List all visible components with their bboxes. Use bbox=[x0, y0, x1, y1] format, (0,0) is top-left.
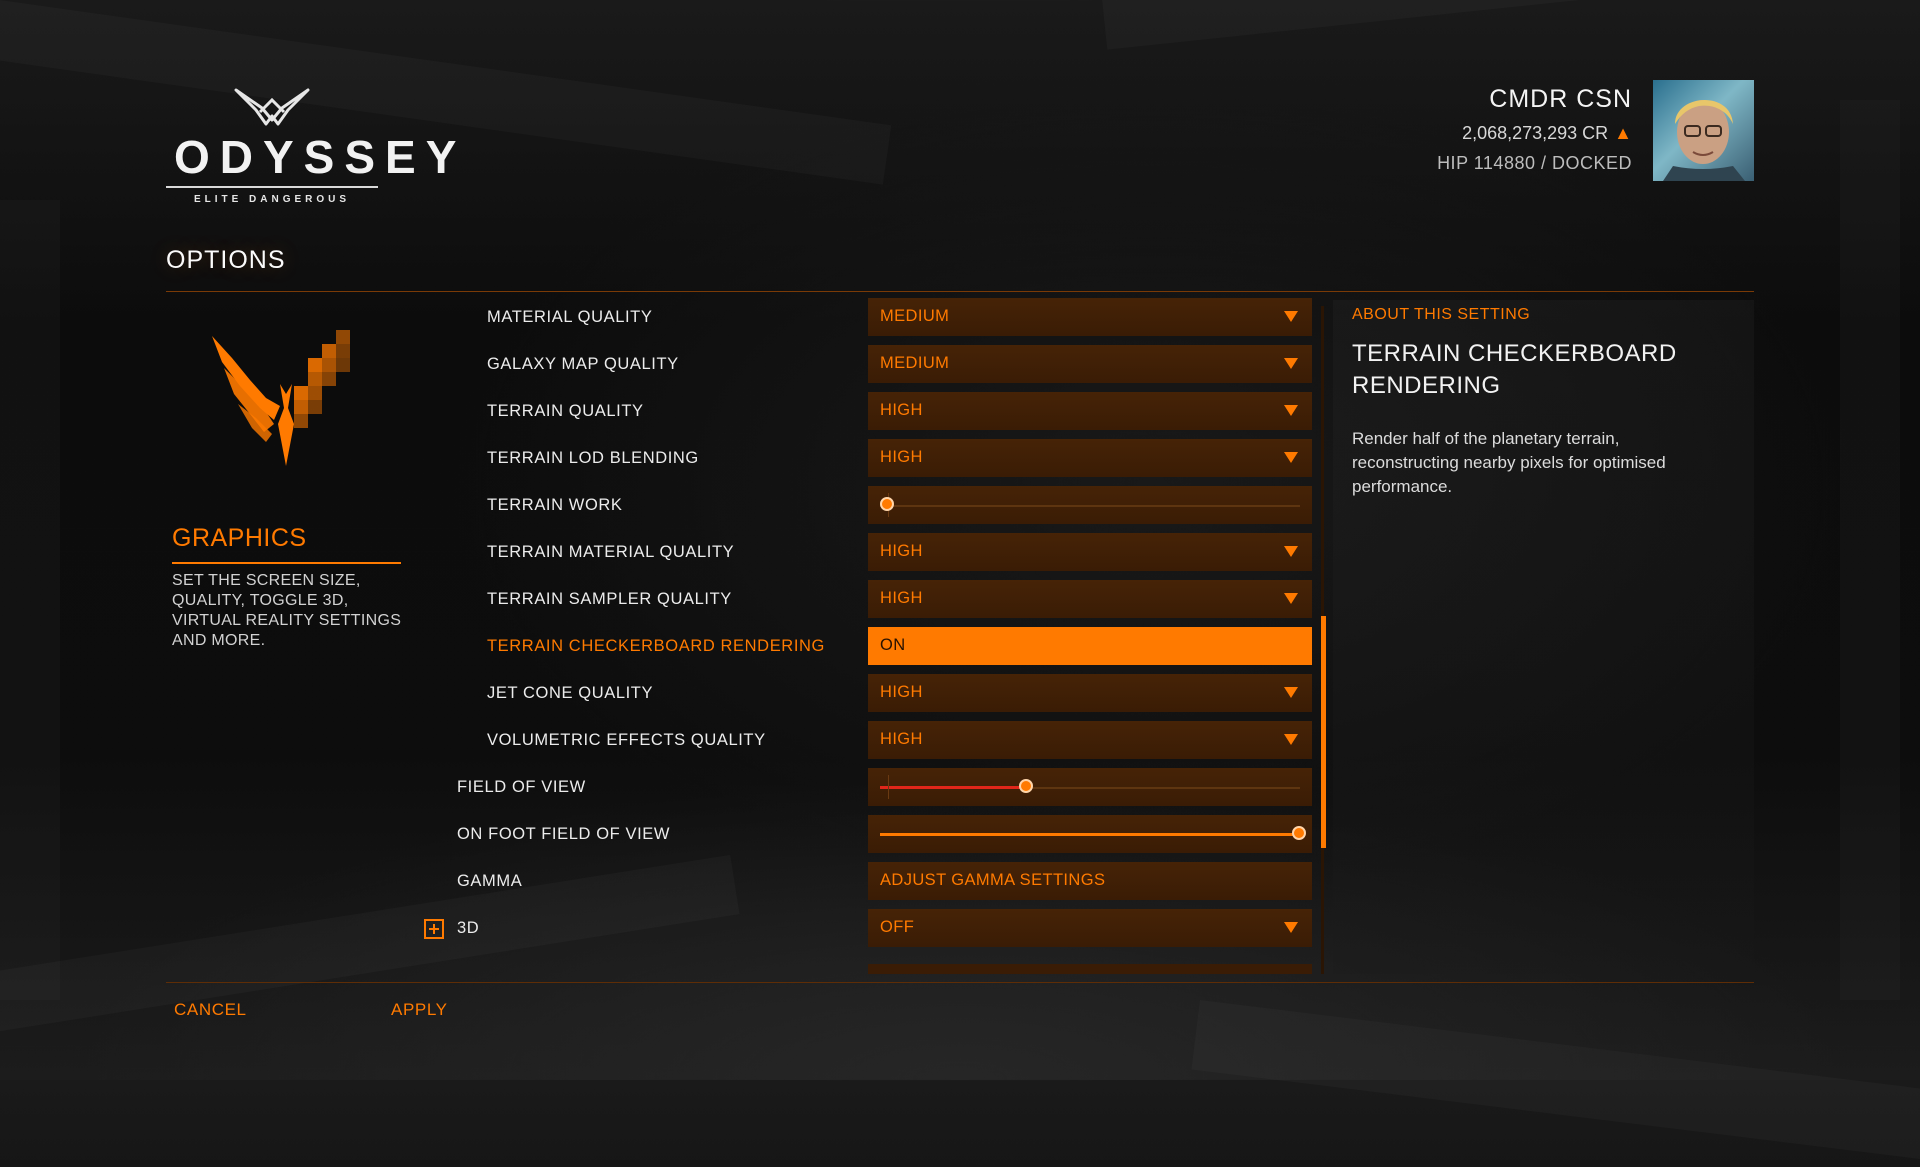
terrain-quality-dropdown[interactable]: HIGH bbox=[868, 392, 1312, 430]
setting-label: MATERIAL QUALITY bbox=[487, 308, 653, 326]
setting-row-material-quality[interactable]: MATERIAL QUALITY MEDIUM bbox=[0, 294, 1320, 341]
dropdown-arrow-icon bbox=[1284, 452, 1298, 463]
dropdown-arrow-icon bbox=[1284, 593, 1298, 604]
setting-row-terrain-work[interactable]: TERRAIN WORK bbox=[0, 482, 1320, 529]
setting-label: JET CONE QUALITY bbox=[487, 684, 654, 702]
footer-divider bbox=[166, 982, 1754, 983]
logo-divider bbox=[166, 186, 378, 188]
next-setting-peek bbox=[868, 964, 1312, 974]
slider-knob[interactable] bbox=[880, 497, 895, 511]
dropdown-arrow-icon bbox=[1284, 358, 1298, 369]
odyssey-logo: ODYSSEY ELITE DANGEROUS bbox=[166, 86, 467, 205]
setting-label: 3D bbox=[457, 919, 480, 937]
adjust-gamma-button[interactable]: ADJUST GAMMA SETTINGS bbox=[868, 862, 1312, 900]
scrollbar-thumb[interactable] bbox=[1321, 616, 1326, 848]
setting-row-terrain-quality[interactable]: TERRAIN QUALITY HIGH bbox=[0, 388, 1320, 435]
slider-track bbox=[880, 505, 1300, 507]
dropdown-value: HIGH bbox=[880, 542, 923, 560]
dropdown-value: MEDIUM bbox=[880, 354, 950, 372]
commander-info: CMDR CSN 2,068,273,293 CR ▲ HIP 114880 / … bbox=[1437, 84, 1632, 174]
commander-credits-row: 2,068,273,293 CR ▲ bbox=[1437, 122, 1632, 144]
button-label: ADJUST GAMMA SETTINGS bbox=[880, 871, 1106, 889]
dropdown-arrow-icon bbox=[1284, 734, 1298, 745]
field-of-view-slider[interactable] bbox=[868, 768, 1312, 806]
setting-label: TERRAIN MATERIAL QUALITY bbox=[487, 543, 735, 561]
dropdown-value: HIGH bbox=[880, 730, 923, 748]
dropdown-arrow-icon bbox=[1284, 311, 1298, 322]
dropdown-value: HIGH bbox=[880, 683, 923, 701]
apply-button[interactable]: APPLY bbox=[387, 998, 452, 1022]
dropdown-value: HIGH bbox=[880, 448, 923, 466]
galaxy-map-quality-dropdown[interactable]: MEDIUM bbox=[868, 345, 1312, 383]
terrain-material-quality-dropdown[interactable]: HIGH bbox=[868, 533, 1312, 571]
slider-knob[interactable] bbox=[1019, 779, 1033, 793]
commander-credits: 2,068,273,293 CR bbox=[1462, 123, 1609, 143]
setting-label: TERRAIN CHECKERBOARD RENDERING bbox=[487, 637, 825, 655]
setting-row-galaxy-map-quality[interactable]: GALAXY MAP QUALITY MEDIUM bbox=[0, 341, 1320, 388]
odyssey-wings-icon bbox=[234, 88, 310, 126]
setting-label: TERRAIN WORK bbox=[487, 496, 623, 514]
setting-row-terrain-material-quality[interactable]: TERRAIN MATERIAL QUALITY HIGH bbox=[0, 529, 1320, 576]
dropdown-value: HIGH bbox=[880, 589, 923, 607]
slider-fill bbox=[880, 786, 1027, 789]
logo-subtitle: ELITE DANGEROUS bbox=[193, 194, 351, 205]
setting-label: VOLUMETRIC EFFECTS QUALITY bbox=[487, 731, 766, 749]
commander-name: CMDR CSN bbox=[1489, 85, 1632, 113]
slider-fill bbox=[880, 833, 1300, 836]
commander-avatar bbox=[1653, 80, 1754, 181]
toggle-value: ON bbox=[880, 636, 906, 654]
terrain-work-slider[interactable] bbox=[868, 486, 1312, 524]
dropdown-arrow-icon bbox=[1284, 546, 1298, 557]
material-quality-dropdown[interactable]: MEDIUM bbox=[868, 298, 1312, 336]
jet-cone-quality-dropdown[interactable]: HIGH bbox=[868, 674, 1312, 712]
page-title: OPTIONS bbox=[166, 246, 286, 274]
dropdown-arrow-icon bbox=[1284, 922, 1298, 933]
dropdown-value: OFF bbox=[880, 918, 915, 936]
setting-row-3d[interactable]: 3D OFF bbox=[0, 905, 1320, 952]
dropdown-value: HIGH bbox=[880, 401, 923, 419]
setting-row-gamma[interactable]: GAMMA ADJUST GAMMA SETTINGS bbox=[0, 858, 1320, 905]
terrain-lod-blending-dropdown[interactable]: HIGH bbox=[868, 439, 1312, 477]
volumetric-effects-quality-dropdown[interactable]: HIGH bbox=[868, 721, 1312, 759]
dropdown-arrow-icon bbox=[1284, 687, 1298, 698]
setting-row-terrain-lod-blending[interactable]: TERRAIN LOD BLENDING HIGH bbox=[0, 435, 1320, 482]
header-divider bbox=[166, 291, 1754, 292]
setting-label: ON FOOT FIELD OF VIEW bbox=[457, 825, 671, 843]
logo-title: ODYSSEY bbox=[174, 131, 467, 183]
setting-row-jet-cone-quality[interactable]: JET CONE QUALITY HIGH bbox=[0, 670, 1320, 717]
about-setting-description: Render half of the planetary terrain, re… bbox=[1352, 429, 1666, 496]
on-foot-field-of-view-slider[interactable] bbox=[868, 815, 1312, 853]
commander-location: HIP 114880 / DOCKED bbox=[1437, 153, 1632, 173]
setting-label: GAMMA bbox=[457, 872, 523, 890]
cancel-button[interactable]: CANCEL bbox=[170, 998, 251, 1022]
setting-row-on-foot-field-of-view[interactable]: ON FOOT FIELD OF VIEW bbox=[0, 811, 1320, 858]
setting-row-terrain-sampler-quality[interactable]: TERRAIN SAMPLER QUALITY HIGH bbox=[0, 576, 1320, 623]
setting-row-terrain-checkerboard-rendering[interactable]: TERRAIN CHECKERBOARD RENDERING ON bbox=[0, 623, 1320, 670]
dropdown-value: MEDIUM bbox=[880, 307, 950, 325]
dropdown-arrow-icon bbox=[1284, 405, 1298, 416]
setting-label: TERRAIN SAMPLER QUALITY bbox=[487, 590, 732, 608]
setting-label: TERRAIN LOD BLENDING bbox=[487, 449, 699, 467]
slider-default-mark bbox=[888, 775, 889, 799]
slider-knob[interactable] bbox=[1292, 826, 1306, 840]
setting-row-field-of-view[interactable]: FIELD OF VIEW bbox=[0, 764, 1320, 811]
expand-plus-icon[interactable] bbox=[424, 919, 444, 939]
about-setting-title: TERRAIN CHECKERBOARD RENDERING bbox=[1352, 340, 1677, 399]
terrain-checkerboard-toggle[interactable]: ON bbox=[868, 627, 1312, 665]
terrain-sampler-quality-dropdown[interactable]: HIGH bbox=[868, 580, 1312, 618]
setting-label: TERRAIN QUALITY bbox=[487, 402, 644, 420]
3d-dropdown[interactable]: OFF bbox=[868, 909, 1312, 947]
setting-label: GALAXY MAP QUALITY bbox=[487, 355, 679, 373]
setting-label: FIELD OF VIEW bbox=[457, 778, 586, 796]
rank-icon: ▲ bbox=[1614, 123, 1632, 143]
about-setting-label: ABOUT THIS SETTING bbox=[1352, 306, 1531, 323]
setting-row-volumetric-effects-quality[interactable]: VOLUMETRIC EFFECTS QUALITY HIGH bbox=[0, 717, 1320, 764]
